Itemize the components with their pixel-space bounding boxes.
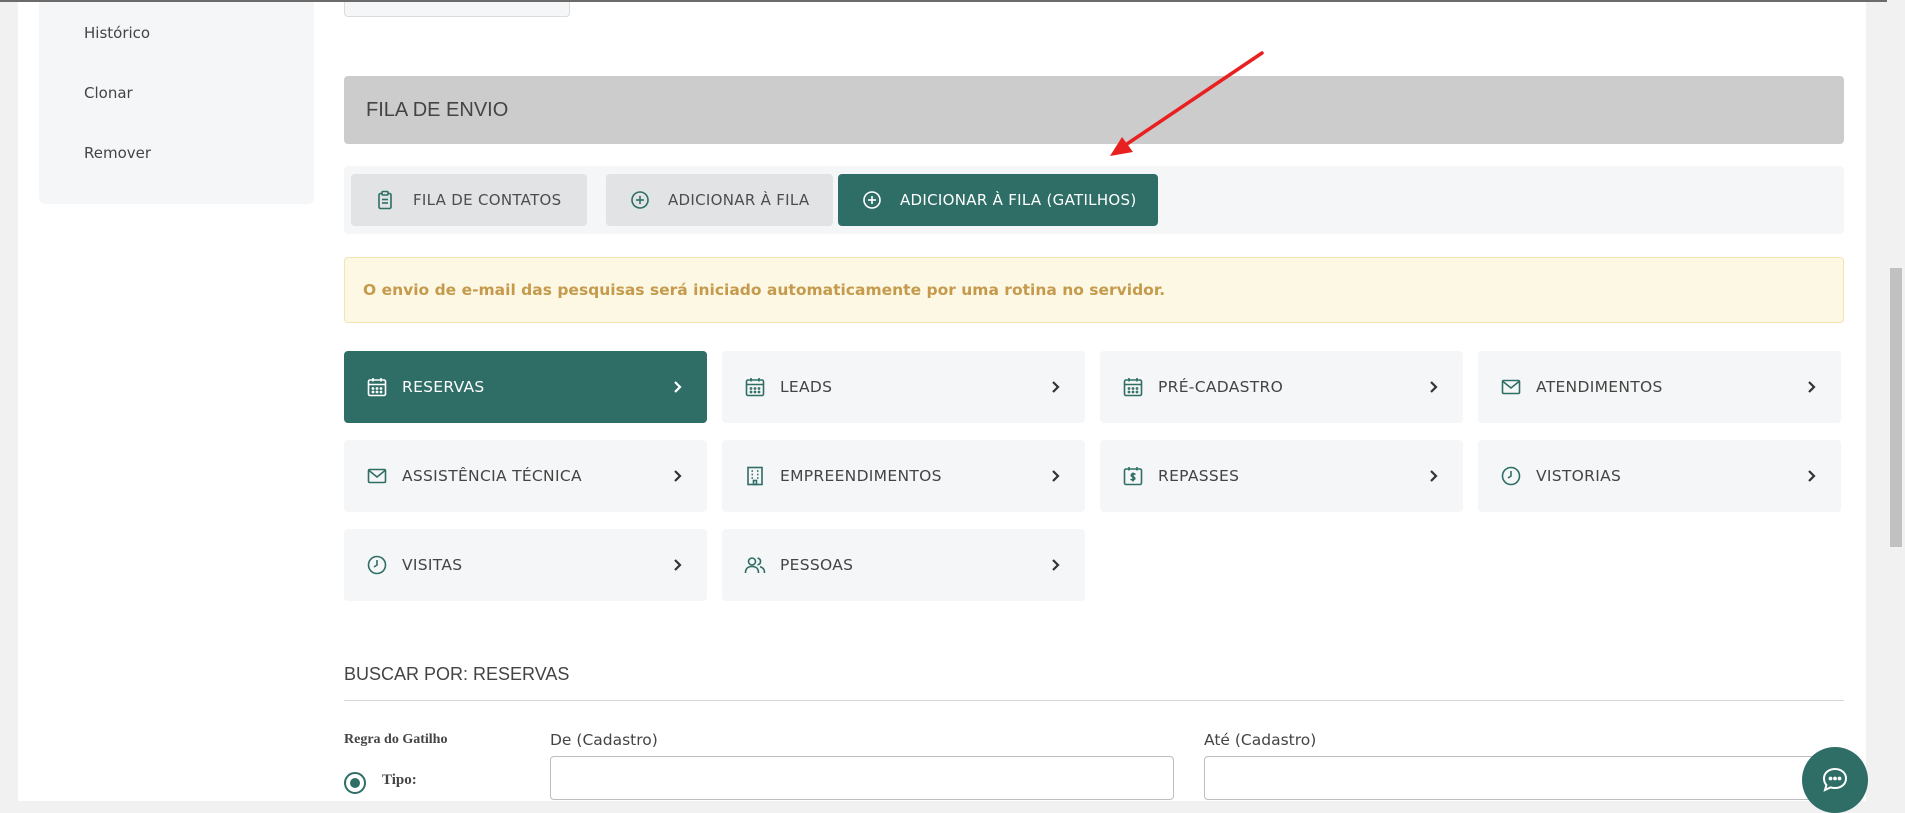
- queue-tabbar: FILA DE CONTATOS ADICIONAR À FILA ADICIO…: [344, 166, 1844, 234]
- calendar-money-icon: [1122, 465, 1144, 487]
- people-icon: [744, 554, 766, 576]
- category-assistencia-tecnica[interactable]: ASSISTÊNCIA TÉCNICA: [344, 440, 707, 512]
- category-label: PRÉ-CADASTRO: [1158, 378, 1284, 396]
- tab-adicionar-a-fila-gatilhos[interactable]: ADICIONAR À FILA (GATILHOS): [838, 174, 1158, 226]
- chevron-right-icon: [1805, 376, 1819, 398]
- from-date-label: De (Cadastro): [550, 731, 658, 749]
- sidebar-item-clonar[interactable]: Clonar: [84, 84, 133, 102]
- tab-label: ADICIONAR À FILA: [668, 191, 810, 209]
- to-date-label: Até (Cadastro): [1204, 731, 1317, 749]
- calendar-icon: [1122, 376, 1144, 398]
- tab-fila-de-contatos[interactable]: FILA DE CONTATOS: [351, 174, 587, 226]
- category-visitas[interactable]: VISITAS: [344, 529, 707, 601]
- from-date-input[interactable]: [550, 756, 1174, 800]
- plus-circle-icon: [862, 190, 882, 210]
- category-label: ASSISTÊNCIA TÉCNICA: [402, 467, 582, 485]
- category-label: LEADS: [780, 378, 833, 396]
- category-repasses[interactable]: REPASSES: [1100, 440, 1463, 512]
- truncated-control[interactable]: [344, 2, 570, 17]
- category-empreendimentos[interactable]: EMPREENDIMENTOS: [722, 440, 1085, 512]
- chevron-right-icon: [1427, 376, 1441, 398]
- category-pre-cadastro[interactable]: PRÉ-CADASTRO: [1100, 351, 1463, 423]
- chevron-right-icon: [1049, 465, 1063, 487]
- page-content: Histórico Clonar Remover FILA DE ENVIO F…: [18, 2, 1868, 813]
- chevron-right-icon: [1805, 465, 1819, 487]
- calendar-icon: [366, 376, 388, 398]
- chevron-right-icon: [671, 376, 685, 398]
- envelope-icon: [366, 465, 388, 487]
- category-pessoas[interactable]: PESSOAS: [722, 529, 1085, 601]
- chat-bubble-icon: [1819, 764, 1851, 796]
- clipboard-icon: [375, 190, 395, 210]
- category-label: VISTORIAS: [1536, 467, 1622, 485]
- sidebar-item-historico[interactable]: Histórico: [84, 24, 150, 42]
- tab-label: ADICIONAR À FILA (GATILHOS): [900, 191, 1137, 209]
- type-label: Tipo:: [382, 772, 417, 788]
- type-radio[interactable]: [344, 772, 366, 794]
- chevron-right-icon: [671, 554, 685, 576]
- category-leads[interactable]: LEADS: [722, 351, 1085, 423]
- chevron-right-icon: [1427, 465, 1441, 487]
- chevron-right-icon: [671, 465, 685, 487]
- section-title: FILA DE ENVIO: [366, 98, 509, 121]
- chevron-right-icon: [1049, 376, 1063, 398]
- category-atendimentos[interactable]: ATENDIMENTOS: [1478, 351, 1841, 423]
- tab-label: FILA DE CONTATOS: [413, 191, 562, 209]
- category-label: PESSOAS: [780, 556, 854, 574]
- envelope-icon: [1500, 376, 1522, 398]
- category-label: RESERVAS: [402, 378, 485, 396]
- category-label: ATENDIMENTOS: [1536, 378, 1663, 396]
- sidebar-menu: Histórico Clonar Remover: [39, 2, 314, 204]
- trigger-rule-label: Regra do Gatilho: [344, 732, 448, 747]
- section-header: FILA DE ENVIO: [344, 76, 1844, 144]
- building-icon: [744, 465, 766, 487]
- calendar-icon: [744, 376, 766, 398]
- clock-icon: [366, 554, 388, 576]
- category-vistorias[interactable]: VISTORIAS: [1478, 440, 1841, 512]
- chat-button[interactable]: [1802, 747, 1868, 813]
- category-label: REPASSES: [1158, 467, 1240, 485]
- section-divider: [344, 700, 1844, 701]
- plus-circle-icon: [630, 190, 650, 210]
- to-date-input[interactable]: [1204, 756, 1844, 800]
- category-label: EMPREENDIMENTOS: [780, 467, 942, 485]
- info-alert: O envio de e-mail das pesquisas será ini…: [344, 257, 1844, 323]
- alert-text: O envio de e-mail das pesquisas será ini…: [363, 281, 1166, 299]
- clock-icon: [1500, 465, 1522, 487]
- category-label: VISITAS: [402, 556, 463, 574]
- chevron-right-icon: [1049, 554, 1063, 576]
- sidebar-item-remover[interactable]: Remover: [84, 144, 151, 162]
- tab-adicionar-a-fila[interactable]: ADICIONAR À FILA: [606, 174, 833, 226]
- category-reservas[interactable]: RESERVAS: [344, 351, 707, 423]
- scrollbar-thumb[interactable]: [1890, 268, 1902, 547]
- search-title: BUSCAR POR: RESERVAS: [344, 664, 570, 684]
